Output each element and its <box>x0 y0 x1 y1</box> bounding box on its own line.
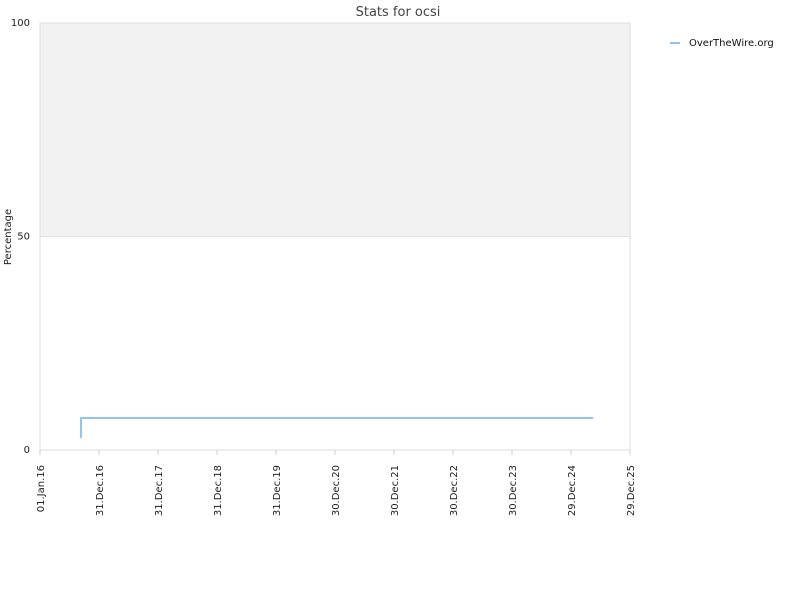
x-tick-label: 30.Dec.22 <box>449 465 460 516</box>
plot-area <box>39 22 631 451</box>
x-tick-label: 01.Jan.16 <box>36 465 47 512</box>
y-tick-label: 100 <box>11 18 30 29</box>
x-tick-label: 30.Dec.23 <box>508 465 519 516</box>
x-tick-label: 29.Dec.24 <box>567 465 578 516</box>
series-layer <box>79 416 594 439</box>
chart-title: Stats for ocsi <box>356 5 441 20</box>
series-point-0-2[interactable] <box>591 417 594 419</box>
plot-band <box>40 23 630 237</box>
x-tick-label: 29.Dec.25 <box>626 465 637 516</box>
legend-label[interactable]: OverTheWire.org <box>689 38 774 49</box>
chart: Stats for ocsi 0 50 100 01.Jan.16 31.Dec.16… <box>3 5 774 516</box>
series-point-0-0[interactable] <box>80 436 82 438</box>
x-tick-label: 30.Dec.20 <box>331 465 342 516</box>
series-line-0[interactable] <box>79 416 594 439</box>
x-tick-label: 31.Dec.16 <box>95 465 106 516</box>
y-tick-label: 50 <box>17 232 30 243</box>
y-tick-label: 0 <box>24 445 30 456</box>
x-tick-label: 31.Dec.17 <box>154 465 165 516</box>
x-axis: 01.Jan.16 31.Dec.16 31.Dec.17 31.Dec.18 31.D… <box>36 450 637 516</box>
x-tick-label: 31.Dec.19 <box>272 465 283 516</box>
series-point-0-1[interactable] <box>80 417 82 419</box>
x-tick-label: 30.Dec.21 <box>390 465 401 516</box>
x-tick-label: 31.Dec.18 <box>213 465 224 516</box>
legend[interactable]: OverTheWire.org <box>670 38 774 49</box>
y-axis-title: Percentage <box>3 209 14 265</box>
